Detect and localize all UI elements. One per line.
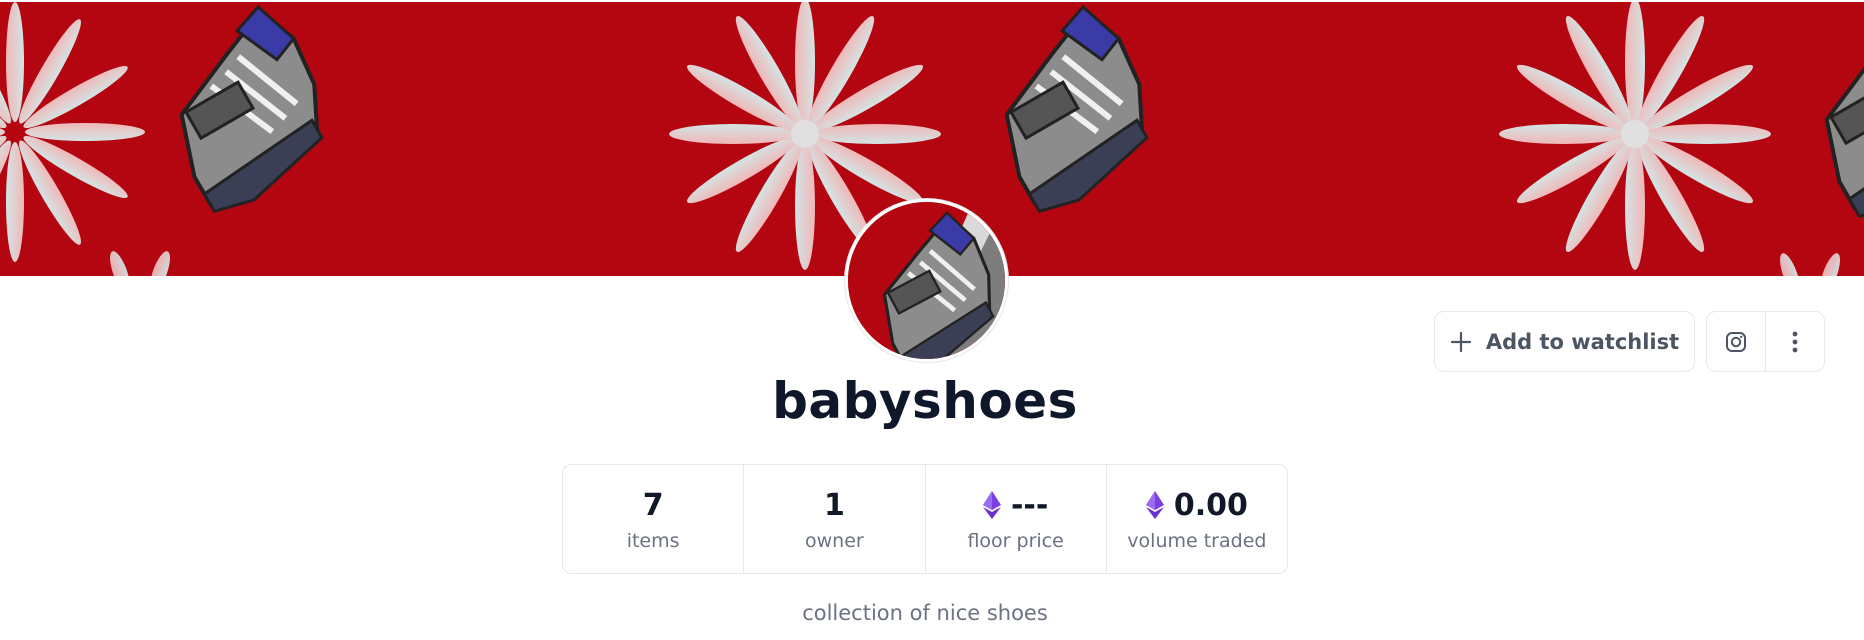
stat-floor-price: --- floor price — [926, 465, 1107, 573]
stat-items: 7 items — [563, 465, 745, 573]
more-options-button[interactable] — [1766, 312, 1824, 371]
stat-label: owner — [805, 530, 864, 552]
collection-actions-group — [1706, 311, 1825, 372]
stat-owners: 1 owner — [744, 465, 926, 573]
instagram-button[interactable] — [1707, 312, 1766, 371]
stat-value-row: --- — [982, 486, 1049, 524]
collection-stats: 7 items 1 owner --- floor price 0.00 vol… — [562, 464, 1288, 574]
instagram-icon — [1726, 331, 1746, 352]
ethereum-icon — [1145, 491, 1164, 519]
shoe-icon — [848, 202, 1005, 359]
stat-value: --- — [1010, 487, 1049, 523]
stat-label: floor price — [967, 530, 1064, 552]
ethereum-icon — [982, 491, 1001, 519]
shoe-icon — [179, 4, 324, 214]
collection-description: collection of nice shoes — [802, 601, 1048, 625]
add-to-watchlist-label: Add to watchlist — [1485, 329, 1680, 354]
collection-title: babyshoes — [772, 372, 1078, 430]
flower-icon — [1499, 2, 1771, 270]
collection-avatar — [845, 199, 1008, 362]
stat-value: 7 — [642, 487, 664, 523]
stat-value: 0.00 — [1173, 487, 1248, 523]
more-vertical-icon — [1792, 331, 1798, 352]
add-to-watchlist-button[interactable]: Add to watchlist — [1434, 311, 1695, 372]
stat-value-row: 0.00 — [1145, 486, 1248, 524]
stat-value: 1 — [823, 487, 845, 523]
stat-label: volume traded — [1127, 530, 1267, 552]
plus-icon — [1450, 331, 1471, 352]
stat-label: items — [626, 530, 680, 552]
shoe-icon — [1004, 4, 1149, 214]
stat-volume-traded: 0.00 volume traded — [1107, 465, 1287, 573]
shoe-icon — [1824, 13, 1864, 219]
flower-icon — [0, 2, 145, 262]
